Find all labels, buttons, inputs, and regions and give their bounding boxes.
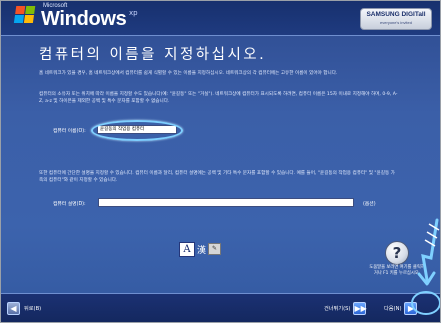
footer-bar: ◀ 뒤로(B) 건너뛰기(S) ▶▶ 다음(N) ▶ <box>1 293 440 322</box>
back-arrow-icon: ◀ <box>7 302 20 315</box>
xp-label: xp <box>129 9 138 17</box>
page-title: 컴퓨터의 이름을 지정하십시오. <box>39 47 267 63</box>
windows-flag-icon <box>13 6 37 24</box>
oobe-window: Microsoft Windows xp SAMSUNG DIGITall ev… <box>0 0 441 323</box>
ime-toolbar[interactable]: A 漢 ✎ <box>179 241 222 257</box>
skip-label: 건너뛰기(S) <box>324 306 351 312</box>
samsung-logo: SAMSUNG DIGITall everyone's invited <box>360 8 432 30</box>
back-button[interactable]: ◀ 뒤로(B) <box>7 302 41 315</box>
naming-rules-paragraph: 컴퓨터의 소유자 또는 위치에 따라 이름을 지정할 수도 있습니다(예: "윤… <box>39 92 398 104</box>
header-bar: Microsoft Windows xp SAMSUNG DIGITall ev… <box>1 1 440 36</box>
computer-description-label: 컴퓨터 설명(D): <box>53 202 86 207</box>
skip-button[interactable]: 건너뛰기(S) ▶▶ <box>324 302 367 315</box>
ime-pad-icon[interactable]: ✎ <box>208 243 222 255</box>
ime-hanja-icon[interactable]: 漢 <box>197 243 206 256</box>
pointer-arrow-icon <box>417 218 440 286</box>
windows-logo <box>13 6 39 24</box>
name-field-highlight <box>91 120 183 141</box>
intro-paragraph: 홈 네트워크가 있을 경우, 홈 네트워크상에서 컴퓨터를 쉽게 식별할 수 있… <box>39 71 338 76</box>
back-label: 뒤로(B) <box>24 306 42 312</box>
brand-name: SAMSUNG DIGITall <box>366 11 426 18</box>
computer-name-label: 컴퓨터 이름(O): <box>53 129 86 134</box>
next-label: 다음(N) <box>384 306 402 312</box>
description-paragraph: 또한 컴퓨터에 간단한 설명을 지정할 수 있습니다. 컴퓨터 이름과 달리, … <box>39 171 395 183</box>
help-icon[interactable]: ? <box>385 241 409 265</box>
next-button-highlight <box>411 291 440 315</box>
brand-tagline: everyone's invited <box>380 20 412 25</box>
windows-wordmark: Windows <box>41 8 127 30</box>
skip-arrow-icon: ▶▶ <box>353 302 367 315</box>
ime-language-icon[interactable]: A <box>179 241 195 257</box>
optional-label: (옵션) <box>363 202 376 207</box>
computer-description-input[interactable] <box>98 198 354 207</box>
